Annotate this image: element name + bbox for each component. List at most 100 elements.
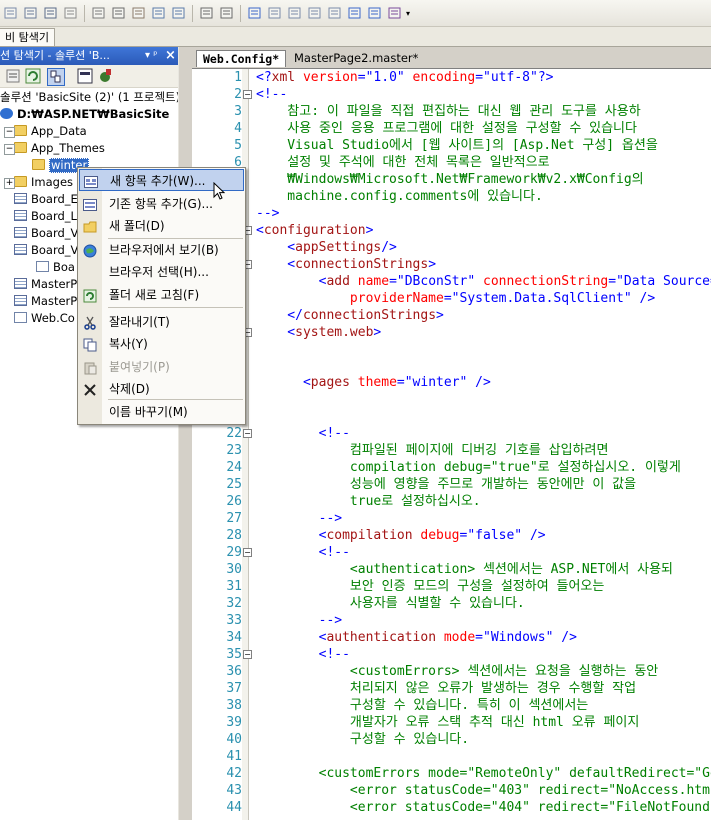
aspx-page-icon <box>14 227 27 238</box>
code-token: <customErrors mode="RemoteOnly" defaultR… <box>256 766 711 781</box>
code-token: add <box>326 274 350 289</box>
view-code-icon[interactable] <box>77 68 93 84</box>
dropdown-icon[interactable]: ▾ <box>406 5 415 22</box>
tree-node-label: Board_L <box>31 209 77 223</box>
panel-splitter[interactable] <box>178 47 193 820</box>
context-menu-item-label: 폴더 새로 고침(F) <box>109 288 200 302</box>
list-icon[interactable] <box>198 5 215 22</box>
collapse-toggle-icon[interactable]: − <box>243 548 252 557</box>
line-number: 1 <box>234 70 242 85</box>
code-token: 보안 인증 모드의 구성을 설정하여 들어오는 <box>256 579 605 594</box>
align-icon[interactable] <box>110 5 127 22</box>
context-menu-item[interactable]: 붙여넣기(P) <box>79 356 244 378</box>
code-token: "System.Data.SqlClient" <box>451 291 632 306</box>
code-token: 개발자가 오류 스택 추적 대신 html 오류 페이지 <box>256 715 640 730</box>
tree-expand-toggle[interactable]: − <box>4 127 15 138</box>
line-number: 33 <box>226 613 242 628</box>
prev-bookmark-icon[interactable] <box>286 5 303 22</box>
clear-bookmark-icon[interactable] <box>326 5 343 22</box>
format-icon[interactable] <box>90 5 107 22</box>
collapse-toggle-icon[interactable]: − <box>243 429 252 438</box>
context-menu-item[interactable]: 폴더 새로 고침(F) <box>79 284 244 306</box>
code-token: <authentication> 섹션에서는 ASP.NET에서 사용되 <box>256 562 674 577</box>
code-token: 컴파일된 페이지에 디버깅 기호를 삽입하려면 <box>256 443 609 458</box>
collapse-toggle-icon[interactable]: − <box>243 650 252 659</box>
refresh-folder-icon <box>83 288 98 303</box>
line-number: 39 <box>226 715 242 730</box>
close-icon[interactable]: × <box>165 47 176 65</box>
code-token: "DBconStr" <box>396 274 476 289</box>
debug-icon[interactable] <box>386 5 403 22</box>
line-number: 31 <box>226 579 242 594</box>
uncomment-icon[interactable] <box>22 5 39 22</box>
context-menu-item[interactable]: 브라우저에서 보기(B) <box>79 239 244 261</box>
comment-bubble-icon[interactable] <box>266 5 283 22</box>
code-token: < <box>256 325 296 340</box>
tree-node-label: Board_V <box>31 226 79 240</box>
code-token: > <box>373 325 382 340</box>
tab-masterpage2[interactable]: MasterPage2.master* <box>288 50 428 67</box>
code-token: < <box>256 375 311 390</box>
view-in-browser-icon <box>83 243 98 258</box>
toolbar-separator <box>192 4 193 22</box>
font-icon[interactable] <box>130 5 147 22</box>
context-menu-item[interactable]: 복사(Y) <box>79 333 244 355</box>
code-token: /> <box>631 291 656 306</box>
context-menu-item[interactable]: 이름 바꾸기(M) <box>79 401 244 423</box>
code-token: "Windows" <box>483 630 554 645</box>
line-number: 43 <box>226 783 242 798</box>
folder-icon <box>14 176 27 187</box>
code-token: machine.config.comments에 있습니다. <box>256 189 543 204</box>
folder-icon <box>14 142 27 153</box>
code-token: < <box>256 257 296 272</box>
code-line: <appSettings/> <box>256 239 397 256</box>
code-line: <customErrors> 섹션에서는 요청을 실행하는 동안 <box>256 663 658 680</box>
code-token: 참고: 이 파일을 직접 편집하는 대신 웹 관리 도구를 사용하 <box>256 104 641 119</box>
code-token: /> <box>381 240 397 255</box>
next-bookmark-icon[interactable] <box>306 5 323 22</box>
indent-more-icon[interactable] <box>170 5 187 22</box>
box-icon[interactable] <box>246 5 263 22</box>
context-menu-item[interactable]: 삭제(D) <box>79 378 244 400</box>
line-number: 24 <box>226 460 242 475</box>
collapse-toggle-icon[interactable]: − <box>243 90 252 99</box>
comment-icon[interactable] <box>2 5 19 22</box>
navigate-icon[interactable] <box>366 5 383 22</box>
code-editor[interactable]: 1234567891011121314151618222324252627282… <box>192 69 711 820</box>
code-line: 구성할 수 있습니다. <box>256 731 469 748</box>
line-number: 41 <box>226 749 242 764</box>
bullet-list-icon[interactable] <box>218 5 235 22</box>
context-menu-item[interactable]: 브라우저 선택(H)... <box>79 261 244 283</box>
menu-separator <box>108 238 243 239</box>
code-token: "Data Source= <box>616 274 711 289</box>
code-token: ?> <box>537 70 554 85</box>
code-token: <!-- <box>256 87 288 102</box>
tab-solution-explorer[interactable]: 비 탐색기 <box>0 28 55 46</box>
context-menu-item[interactable]: 잘라내기(T) <box>79 311 244 333</box>
folder-icon <box>32 159 45 170</box>
bookmark-icon[interactable] <box>62 5 79 22</box>
view-designer-icon[interactable] <box>97 68 113 84</box>
code-line: 처리되지 않은 오류가 발생하는 경우 수행할 작업 <box>256 680 636 697</box>
code-line: <!-- <box>256 544 350 561</box>
code-line: machine.config.comments에 있습니다. <box>256 188 543 205</box>
indent-icon[interactable] <box>42 5 59 22</box>
code-token: providerName <box>256 291 444 306</box>
line-number: 30 <box>226 562 242 577</box>
menu-separator <box>108 399 243 400</box>
search-icon[interactable] <box>346 5 363 22</box>
pin-icon[interactable]: ▾ ᵖ <box>145 47 157 65</box>
properties-icon[interactable] <box>5 68 21 84</box>
code-token: 구성할 수 있습니다. <box>256 732 470 747</box>
line-number: 29 <box>226 545 242 560</box>
context-menu-item[interactable]: 새 폴더(D) <box>79 215 244 237</box>
code-token: = <box>357 70 366 85</box>
master-page-icon <box>14 278 27 289</box>
outdent-icon[interactable] <box>150 5 167 22</box>
show-all-files-icon[interactable] <box>47 68 65 86</box>
tree-expand-toggle[interactable]: + <box>4 178 15 189</box>
tab-web-config[interactable]: Web.Config* <box>196 50 286 67</box>
refresh-icon[interactable] <box>25 68 41 84</box>
tree-expand-toggle[interactable]: − <box>4 144 15 155</box>
aspx-page-icon <box>14 210 27 221</box>
